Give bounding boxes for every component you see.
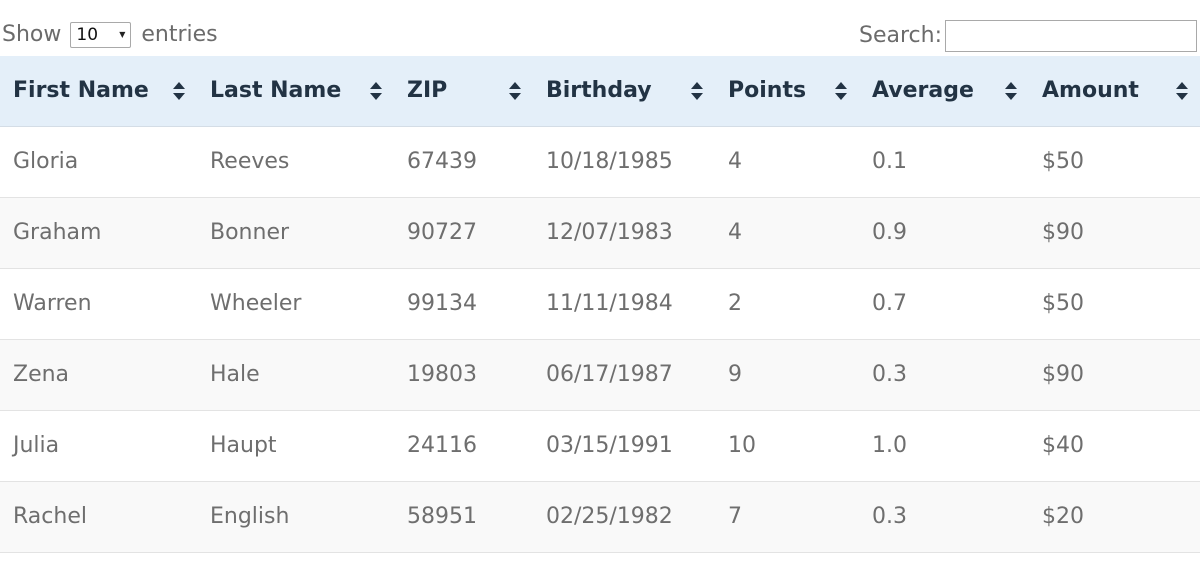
column-header-label: Birthday xyxy=(546,78,652,104)
cell-zip: 90727 xyxy=(394,197,533,269)
cell-points: 4 xyxy=(715,197,859,269)
cell-first-name: Rachel xyxy=(0,481,197,553)
cell-points: 2 xyxy=(715,268,859,340)
cell-last-name: Hale xyxy=(197,339,394,411)
cell-points: 10 xyxy=(715,410,859,482)
table-row: Julia Haupt 24116 03/15/1991 10 1.0 $40 xyxy=(0,410,1200,482)
cell-birthday: 11/11/1984 xyxy=(533,268,715,340)
table-body: Gloria Reeves 67439 10/18/1985 4 0.1 $50 Graham… xyxy=(0,126,1200,553)
cell-amount: $90 xyxy=(1029,339,1200,411)
cell-first-name: Gloria xyxy=(0,126,197,198)
cell-average: 0.3 xyxy=(859,481,1029,553)
cell-average: 0.9 xyxy=(859,197,1029,269)
cell-average: 0.3 xyxy=(859,339,1029,411)
table-row: Gloria Reeves 67439 10/18/1985 4 0.1 $50 xyxy=(0,126,1200,198)
cell-last-name: Wheeler xyxy=(197,268,394,340)
cell-last-name: Haupt xyxy=(197,410,394,482)
table-row: Warren Wheeler 99134 11/11/1984 2 0.7 $50 xyxy=(0,268,1200,340)
datatable-widget: Show 10 ▼ entries Search: First Name Last… xyxy=(0,0,1200,562)
cell-zip: 58951 xyxy=(394,481,533,553)
entries-per-page-select[interactable]: 10 ▼ xyxy=(70,22,132,48)
cell-birthday: 03/15/1991 xyxy=(533,410,715,482)
column-header-label: First Name xyxy=(13,78,149,104)
cell-first-name: Warren xyxy=(0,268,197,340)
data-table: First Name Last Name ZIP Birthday Points Aver… xyxy=(0,56,1200,553)
column-header-label: Points xyxy=(728,78,807,104)
sort-both-icon xyxy=(1176,81,1188,100)
column-header-label: ZIP xyxy=(407,78,448,104)
cell-last-name: Reeves xyxy=(197,126,394,198)
header-row: First Name Last Name ZIP Birthday Points Aver… xyxy=(0,56,1200,127)
cell-amount: $40 xyxy=(1029,410,1200,482)
cell-zip: 19803 xyxy=(394,339,533,411)
cell-average: 1.0 xyxy=(859,410,1029,482)
cell-points: 7 xyxy=(715,481,859,553)
column-header-label: Amount xyxy=(1042,78,1139,104)
column-header-label: Last Name xyxy=(210,78,342,104)
entries-label: entries xyxy=(141,22,218,47)
sort-both-icon xyxy=(173,81,185,100)
cell-zip: 67439 xyxy=(394,126,533,198)
cell-points: 4 xyxy=(715,126,859,198)
cell-birthday: 06/17/1987 xyxy=(533,339,715,411)
cell-points: 9 xyxy=(715,339,859,411)
cell-last-name: English xyxy=(197,481,394,553)
cell-first-name: Julia xyxy=(0,410,197,482)
table-controls: Show 10 ▼ entries Search: xyxy=(0,0,1200,56)
table-header: First Name Last Name ZIP Birthday Points Aver… xyxy=(0,56,1200,127)
sort-both-icon xyxy=(370,81,382,100)
column-header-amount[interactable]: Amount xyxy=(1029,56,1200,127)
cell-zip: 24116 xyxy=(394,410,533,482)
cell-amount: $20 xyxy=(1029,481,1200,553)
entries-length-control: Show 10 ▼ entries xyxy=(2,20,218,50)
cell-birthday: 02/25/1982 xyxy=(533,481,715,553)
table-row: Graham Bonner 90727 12/07/1983 4 0.9 $90 xyxy=(0,197,1200,269)
column-header-first-name[interactable]: First Name xyxy=(0,56,197,127)
sort-both-icon xyxy=(509,81,521,100)
cell-birthday: 10/18/1985 xyxy=(533,126,715,198)
cell-average: 0.7 xyxy=(859,268,1029,340)
table-row: Rachel English 58951 02/25/1982 7 0.3 $20 xyxy=(0,481,1200,553)
search-label: Search: xyxy=(859,23,942,48)
column-header-points[interactable]: Points xyxy=(715,56,859,127)
sort-both-icon xyxy=(835,81,847,100)
cell-amount: $50 xyxy=(1029,268,1200,340)
show-label: Show xyxy=(2,22,62,47)
column-header-average[interactable]: Average xyxy=(859,56,1029,127)
cell-amount: $90 xyxy=(1029,197,1200,269)
table-row: Zena Hale 19803 06/17/1987 9 0.3 $90 xyxy=(0,339,1200,411)
cell-average: 0.1 xyxy=(859,126,1029,198)
search-control: Search: xyxy=(859,20,1197,52)
search-input[interactable] xyxy=(945,20,1197,52)
column-header-last-name[interactable]: Last Name xyxy=(197,56,394,127)
sort-both-icon xyxy=(1005,81,1017,100)
column-header-zip[interactable]: ZIP xyxy=(394,56,533,127)
cell-last-name: Bonner xyxy=(197,197,394,269)
cell-zip: 99134 xyxy=(394,268,533,340)
column-header-birthday[interactable]: Birthday xyxy=(533,56,715,127)
sort-both-icon xyxy=(691,81,703,100)
cell-first-name: Zena xyxy=(0,339,197,411)
column-header-label: Average xyxy=(872,78,974,104)
cell-first-name: Graham xyxy=(0,197,197,269)
cell-amount: $50 xyxy=(1029,126,1200,198)
dropdown-arrow-icon: ▼ xyxy=(119,30,126,39)
entries-per-page-value: 10 xyxy=(76,25,99,45)
cell-birthday: 12/07/1983 xyxy=(533,197,715,269)
